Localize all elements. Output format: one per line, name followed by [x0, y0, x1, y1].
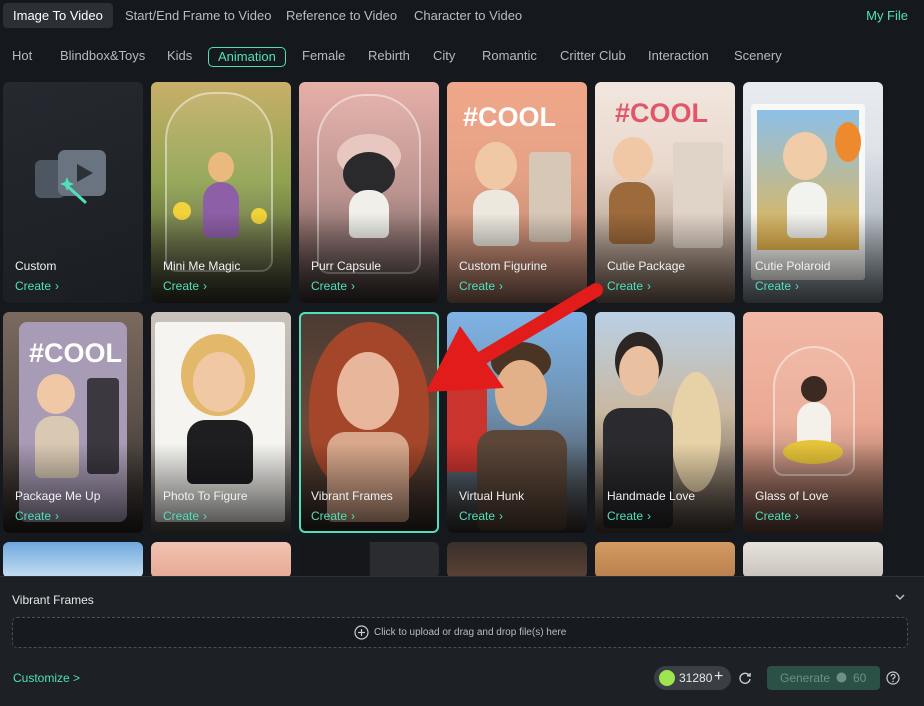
- template-card[interactable]: Purr Capsule Create ›: [299, 82, 439, 303]
- customize-link[interactable]: Customize >: [13, 671, 80, 685]
- chevron-right-icon: ›: [795, 509, 800, 523]
- selected-template-title: Vibrant Frames: [12, 593, 94, 607]
- help-icon[interactable]: [886, 671, 900, 685]
- category-hot[interactable]: Hot: [12, 47, 32, 67]
- template-card[interactable]: #COOL Package Me Up Create ›: [3, 312, 143, 533]
- template-card[interactable]: #COOL Cutie Package Create ›: [595, 82, 735, 303]
- card-title: Purr Capsule: [311, 259, 382, 273]
- card-title: Vibrant Frames: [311, 489, 393, 503]
- template-card-partial[interactable]: [447, 542, 587, 578]
- template-card-partial[interactable]: [3, 542, 143, 578]
- chevron-right-icon: ›: [55, 509, 60, 523]
- card-title: Glass of Love: [755, 489, 829, 503]
- card-title: Photo To Figure: [163, 489, 248, 503]
- tab-start-end-frame-to-video[interactable]: Start/End Frame to Video: [115, 3, 281, 28]
- template-card[interactable]: Handmade Love Create ›: [595, 312, 735, 533]
- chevron-right-icon: ›: [351, 509, 356, 523]
- chevron-right-icon: ›: [55, 279, 60, 293]
- upload-hint: Click to upload or drag and drop file(s)…: [374, 627, 567, 638]
- chevron-right-icon: ›: [203, 509, 208, 523]
- create-link[interactable]: Create ›: [607, 279, 651, 293]
- template-card[interactable]: Cutie Polaroid Create ›: [743, 82, 883, 303]
- credit-coin-icon: [836, 672, 847, 683]
- category-city[interactable]: City: [433, 47, 455, 67]
- card-title: Virtual Hunk: [459, 489, 525, 503]
- template-card-partial[interactable]: [595, 542, 735, 578]
- chevron-right-icon: ›: [351, 279, 356, 293]
- my-file-link[interactable]: My File: [866, 3, 908, 28]
- create-link[interactable]: Create ›: [311, 279, 355, 293]
- create-link[interactable]: Create ›: [163, 509, 207, 523]
- category-rebirth[interactable]: Rebirth: [368, 47, 410, 67]
- create-link[interactable]: Create ›: [755, 509, 799, 523]
- card-title: Custom: [15, 259, 57, 273]
- category-bar: Hot Blindbox&Toys Kids Animation Female …: [0, 40, 924, 72]
- chevron-right-icon: ›: [647, 509, 652, 523]
- card-title: Cutie Package: [607, 259, 686, 273]
- category-female[interactable]: Female: [302, 47, 345, 67]
- tab-reference-to-video[interactable]: Reference to Video: [276, 3, 407, 28]
- generate-button[interactable]: Generate 60: [767, 666, 880, 690]
- card-title: Mini Me Magic: [163, 259, 241, 273]
- template-card-partial[interactable]: [743, 542, 883, 578]
- template-card-partial[interactable]: [151, 542, 291, 578]
- chevron-right-icon: ›: [203, 279, 208, 293]
- plus-icon[interactable]: +: [714, 668, 723, 686]
- annotation-arrow: [426, 283, 603, 392]
- upload-dropzone[interactable]: Click to upload or drag and drop file(s)…: [12, 617, 908, 648]
- tab-image-to-video[interactable]: Image To Video: [3, 3, 113, 28]
- chevron-right-icon: ›: [795, 279, 800, 293]
- credits-badge[interactable]: 31280 +: [654, 666, 731, 690]
- category-scenery[interactable]: Scenery: [734, 47, 782, 67]
- create-link[interactable]: Create ›: [607, 509, 651, 523]
- template-card-selected[interactable]: Vibrant Frames Create ›: [299, 312, 439, 533]
- category-animation[interactable]: Animation: [208, 47, 286, 67]
- create-link[interactable]: Create ›: [15, 279, 59, 293]
- template-card[interactable]: Mini Me Magic Create ›: [151, 82, 291, 303]
- category-blindbox-toys[interactable]: Blindbox&Toys: [60, 47, 145, 67]
- create-link[interactable]: Create ›: [311, 509, 355, 523]
- create-link[interactable]: Create ›: [163, 279, 207, 293]
- create-link[interactable]: Create ›: [15, 509, 59, 523]
- create-link[interactable]: Create ›: [755, 279, 799, 293]
- template-card[interactable]: Glass of Love Create ›: [743, 312, 883, 533]
- mode-tab-bar: Image To Video Start/End Frame to Video …: [0, 0, 924, 32]
- create-link[interactable]: Create ›: [459, 509, 503, 523]
- generate-label: Generate: [780, 671, 831, 685]
- card-title: Package Me Up: [15, 489, 101, 503]
- generate-cost: 60: [853, 671, 867, 685]
- template-card[interactable]: Photo To Figure Create ›: [151, 312, 291, 533]
- upload-panel: Vibrant Frames Click to upload or drag a…: [0, 576, 924, 706]
- template-card[interactable]: #COOL Custom Figurine Create ›: [447, 82, 587, 303]
- refresh-icon[interactable]: [738, 671, 752, 685]
- category-interaction[interactable]: Interaction: [648, 47, 709, 67]
- category-critter-club[interactable]: Critter Club: [560, 47, 626, 67]
- credit-coin-icon: [659, 670, 675, 686]
- category-romantic[interactable]: Romantic: [482, 47, 537, 67]
- chevron-down-icon[interactable]: [894, 591, 906, 603]
- plus-circle-icon: [354, 625, 369, 640]
- category-kids[interactable]: Kids: [167, 47, 192, 67]
- card-title: Handmade Love: [607, 489, 696, 503]
- card-title: Custom Figurine: [459, 259, 548, 273]
- template-card[interactable]: Custom Create ›: [3, 82, 143, 303]
- chevron-right-icon: ›: [499, 509, 504, 523]
- chevron-right-icon: ›: [647, 279, 652, 293]
- template-card-partial[interactable]: [299, 542, 439, 578]
- tab-character-to-video[interactable]: Character to Video: [404, 3, 532, 28]
- card-title: Cutie Polaroid: [755, 259, 831, 273]
- credit-balance: 31280: [679, 671, 713, 685]
